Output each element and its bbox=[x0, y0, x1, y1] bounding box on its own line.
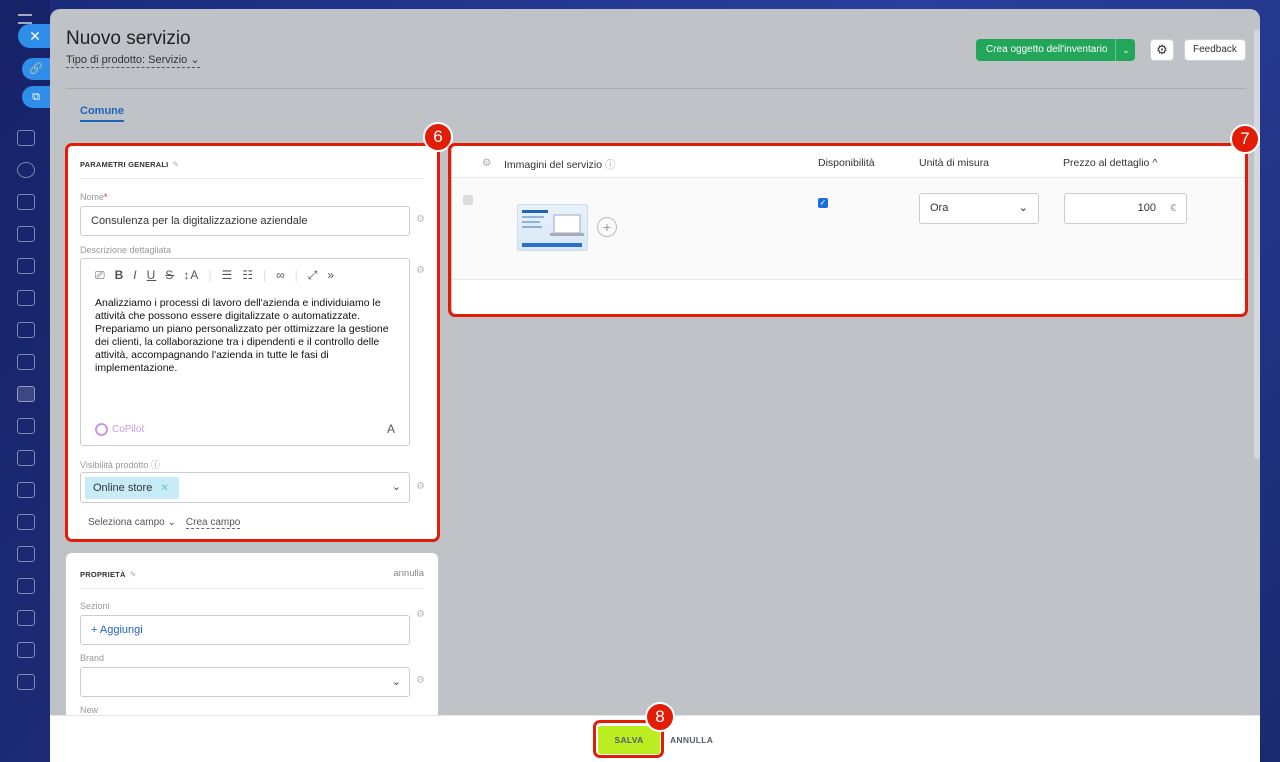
menu-icon[interactable] bbox=[18, 14, 32, 24]
create-inventory-label: Crea oggetto dell'inventario bbox=[986, 44, 1108, 55]
sections-label: Sezioni bbox=[80, 601, 110, 611]
gear-icon[interactable]: ⚙ bbox=[416, 675, 425, 686]
create-inventory-button[interactable]: Crea oggetto dell'inventario ⌄ bbox=[976, 39, 1136, 61]
product-type-selector[interactable]: Tipo di prodotto: Servizio ⌄ bbox=[66, 54, 200, 68]
brand-select[interactable]: ⌄ bbox=[80, 667, 410, 697]
monitor-icon[interactable] bbox=[17, 290, 35, 306]
section-title-text: PROPRIETÀ bbox=[80, 570, 126, 579]
link-icon[interactable]: 🔗 bbox=[22, 58, 50, 80]
chat-icon[interactable] bbox=[17, 482, 35, 498]
scrollbar[interactable] bbox=[1254, 29, 1260, 459]
divider bbox=[66, 88, 1246, 89]
close-icon[interactable]: ✕ bbox=[18, 24, 52, 48]
gear-icon[interactable]: ⚙ bbox=[416, 609, 425, 620]
library-icon[interactable] bbox=[17, 546, 35, 562]
card-icon[interactable] bbox=[17, 354, 35, 370]
highlight-grid bbox=[448, 143, 1248, 317]
highlight-general bbox=[65, 143, 440, 542]
divider bbox=[80, 588, 424, 589]
calendar2-icon[interactable] bbox=[17, 578, 35, 594]
annotation-badge-8: 8 bbox=[645, 702, 675, 732]
annotation-badge-7: 7 bbox=[1230, 124, 1260, 154]
chevron-down-icon[interactable]: ⌄ bbox=[1115, 39, 1135, 61]
tasks-icon[interactable] bbox=[17, 130, 35, 146]
gear-icon[interactable]: ⚙ bbox=[1150, 39, 1174, 61]
page-title: Nuovo servizio bbox=[66, 28, 191, 49]
chart-icon[interactable] bbox=[17, 610, 35, 626]
brand-label: Brand bbox=[80, 653, 105, 663]
new-label: New bbox=[80, 705, 99, 715]
circle-icon[interactable] bbox=[17, 162, 35, 178]
product-type-label: Tipo di prodotto: Servizio bbox=[66, 54, 188, 66]
filter-icon[interactable] bbox=[17, 386, 35, 402]
settings-icon[interactable] bbox=[17, 194, 35, 210]
note-icon[interactable] bbox=[17, 642, 35, 658]
cart-icon[interactable] bbox=[17, 418, 35, 434]
properties-cancel-link[interactable]: annulla bbox=[393, 568, 424, 579]
feedback-button[interactable]: Feedback bbox=[1184, 39, 1246, 61]
sections-add-field[interactable]: + Aggiungi bbox=[80, 615, 410, 645]
cancel-button[interactable]: ANNULLA bbox=[670, 735, 713, 745]
tools-icon[interactable] bbox=[17, 674, 35, 690]
document-icon[interactable] bbox=[17, 226, 35, 242]
file-icon[interactable] bbox=[17, 322, 35, 338]
chevron-down-icon: ⌄ bbox=[190, 54, 200, 66]
calendar-icon[interactable] bbox=[17, 258, 35, 274]
section-title: PROPRIETÀ ✎ bbox=[80, 570, 136, 579]
tab-common[interactable]: Comune bbox=[80, 105, 124, 122]
open-new-window-icon[interactable]: ⧉ bbox=[22, 86, 50, 108]
box-icon[interactable] bbox=[17, 450, 35, 466]
chevron-down-icon[interactable]: ⌄ bbox=[392, 668, 401, 696]
group-icon[interactable] bbox=[17, 514, 35, 530]
left-sidebar bbox=[0, 0, 50, 762]
pencil-icon[interactable]: ✎ bbox=[130, 570, 137, 579]
